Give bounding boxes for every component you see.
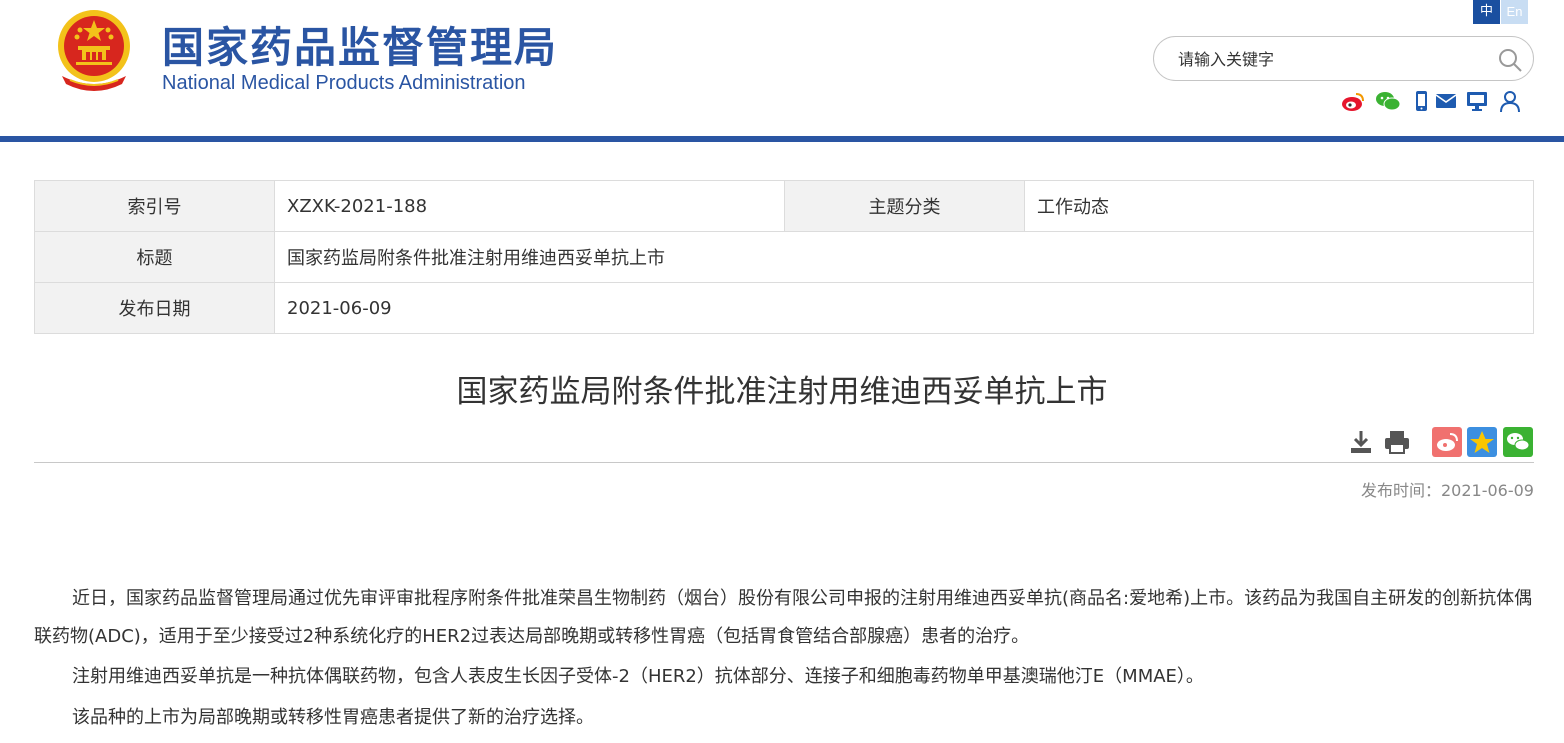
article-paragraph: 近日，国家药品监督管理局通过优先审评审批程序附条件批准荣昌生物制药（烟台）股份有… [34, 588, 1533, 647]
print-icon[interactable] [1383, 427, 1411, 457]
share-weibo-icon[interactable] [1432, 427, 1462, 457]
table-row: 标题 国家药监局附条件批准注射用维迪西妥单抗上市 [34, 231, 1534, 283]
publish-time: 发布时间：2021-06-09 [1361, 481, 1534, 500]
article-paragraph: 注射用维迪西妥单抗是一种抗体偶联药物，包含人表皮生长因子受体-2（HER2）抗体… [72, 666, 1204, 687]
site-title-en[interactable]: National Medical Products Administration [162, 72, 526, 95]
search-box [1153, 36, 1534, 81]
table-row: 发布日期 2021-06-09 [34, 282, 1534, 334]
title-divider [34, 462, 1534, 463]
share-qzone-icon[interactable] [1467, 427, 1497, 457]
header-divider [0, 136, 1564, 142]
monitor-icon[interactable] [1464, 89, 1490, 113]
search-icon[interactable] [1497, 47, 1523, 73]
lang-switch-zh[interactable]: 中 [1473, 0, 1500, 24]
article-title: 国家药监局附条件批准注射用维迪西妥单抗上市 [456, 374, 1108, 410]
index-value: XZXK-2021-188 [274, 180, 785, 232]
index-label: 索引号 [34, 180, 275, 232]
download-icon[interactable] [1348, 427, 1374, 457]
title-value: 国家药监局附条件批准注射用维迪西妥单抗上市 [274, 231, 1534, 283]
share-wechat-icon[interactable] [1503, 427, 1533, 457]
topic-value: 工作动态 [1024, 180, 1534, 232]
lang-switch-en[interactable]: En [1501, 0, 1528, 24]
date-value: 2021-06-09 [274, 282, 1534, 334]
topic-label: 主题分类 [784, 180, 1025, 232]
national-emblem-icon[interactable] [52, 6, 136, 92]
mail-icon[interactable] [1433, 89, 1459, 113]
article-meta-table: 索引号 XZXK-2021-188 主题分类 工作动态 标题 国家药监局附条件批… [34, 180, 1534, 334]
mobile-icon[interactable] [1408, 89, 1434, 113]
weibo-icon[interactable] [1340, 89, 1366, 113]
user-icon[interactable] [1497, 89, 1523, 113]
table-row: 索引号 XZXK-2021-188 主题分类 工作动态 [34, 180, 1534, 232]
search-input[interactable] [1178, 48, 1478, 70]
title-label: 标题 [34, 231, 275, 283]
site-title-cn[interactable]: 国家药品监督管理局 [162, 14, 558, 75]
site-header: 国家药品监督管理局 National Medical Products Admi… [0, 0, 1564, 136]
wechat-icon[interactable] [1375, 89, 1401, 113]
date-label: 发布日期 [34, 282, 275, 334]
article-paragraph: 该品种的上市为局部晚期或转移性胃癌患者提供了新的治疗选择。 [72, 707, 594, 728]
